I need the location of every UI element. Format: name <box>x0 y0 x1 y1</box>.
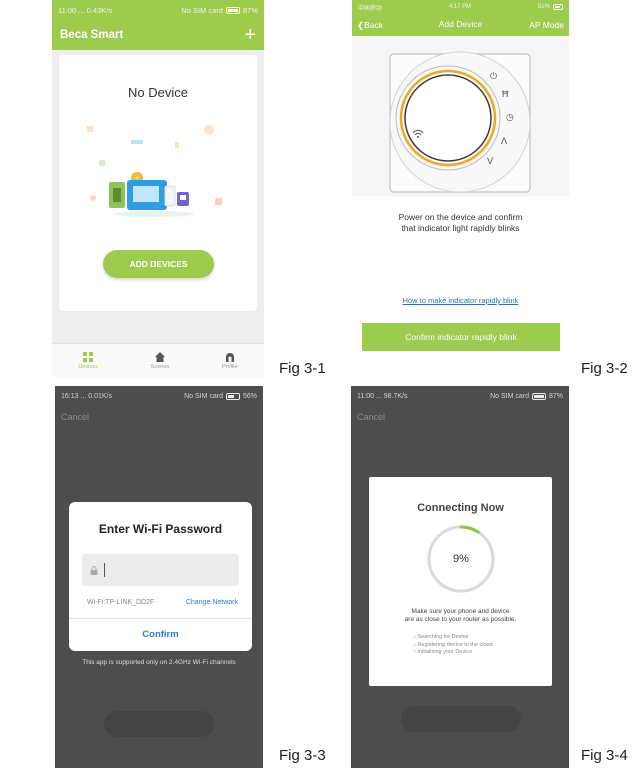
figure-label-3-3: Fig 3-3 <box>279 747 326 764</box>
thermostat-illustration: ⏻ Ħ ◷ Λ V <box>389 51 531 193</box>
battery-icon <box>552 4 563 10</box>
page-title: Add Device <box>438 19 483 29</box>
step-item: Registering device to the cloud <box>413 642 492 650</box>
devices-grid-icon <box>83 351 94 362</box>
cancel-button[interactable]: Cancel <box>61 412 89 422</box>
status-time: 4:17 PM <box>448 4 472 10</box>
svg-text:Ħ: Ħ <box>501 90 509 100</box>
step-item: Initializing your Device <box>413 649 493 657</box>
background-button <box>401 706 521 732</box>
home-icon <box>154 351 165 362</box>
status-bar: 11:00 ... 98.7K/s No SIM card 87% <box>351 386 569 406</box>
cancel-button[interactable]: Cancel <box>357 412 385 422</box>
phone-screen-add-device: 中国移动 4:17 PM 51% ❮Back AP Mode Add Devic… <box>352 0 569 351</box>
wifi-network-name: Wi-Fi:TP-LINK_DD2F <box>87 599 155 606</box>
password-input[interactable] <box>82 554 239 586</box>
note-line-1: Make sure your phone and device <box>411 608 510 615</box>
dialog-title: Connecting Now <box>417 502 504 514</box>
status-carrier: 中国移动 <box>358 5 383 12</box>
connecting-dialog: Connecting Now 9% Make sure your phone a… <box>369 477 552 686</box>
status-bar: 16:13 ... 0.01K/s No SIM card 56% <box>55 386 263 406</box>
change-network-link[interactable]: Change Network <box>186 599 238 606</box>
app-header: Beca Smart + <box>52 20 264 50</box>
app-title: Beca Smart <box>60 29 124 41</box>
instruction-line-1: Power on the device and confirm <box>398 212 523 222</box>
thermostat-image-area: ⏻ Ħ ◷ Λ V <box>352 36 569 196</box>
empty-devices-illustration: + <box>87 125 222 217</box>
instruction-text: Power on the device and confirm that ind… <box>352 212 569 234</box>
battery-percent: 87% <box>548 392 563 400</box>
battery-percent: 56% <box>242 392 257 400</box>
profile-icon <box>225 352 234 362</box>
status-carrier: No SIM card <box>184 392 223 400</box>
step-item: Searching for Device <box>413 634 493 642</box>
tab-profile[interactable]: Profile <box>222 352 238 370</box>
dialog-title: Enter Wi-Fi Password <box>98 522 223 536</box>
note-line-2: are as close to your router as possible. <box>404 616 517 623</box>
svg-text:◷: ◷ <box>506 113 514 123</box>
device-list-card: No Device + ADD DEVICES <box>59 55 257 311</box>
add-devices-button[interactable]: ADD DEVICES <box>103 250 214 278</box>
status-bar: 中国移动 4:17 PM 51% <box>352 0 569 14</box>
svg-text:V: V <box>487 157 494 167</box>
figure-label-3-2: Fig 3-2 <box>581 360 628 377</box>
phone-screen-wifi-password: 16:13 ... 0.01K/s No SIM card 56% Cancel… <box>55 386 263 768</box>
instruction-line-2: that indicator light rapidly blinks <box>401 223 520 233</box>
bottom-tab-bar: Devices Scenes Profile <box>52 343 264 377</box>
background-button <box>104 711 214 737</box>
tab-scenes[interactable]: Scenes <box>150 351 170 370</box>
plus-icon[interactable]: + <box>244 25 256 45</box>
svg-text:⏻: ⏻ <box>490 71 497 82</box>
progress-percent: 9% <box>453 553 469 565</box>
status-bar: 11:00 ... 0.43K/s No SIM card 87% <box>52 0 264 20</box>
help-link[interactable]: How to make indicator rapidly blink <box>352 296 569 305</box>
figure-label-3-4: Fig 3-4 <box>581 747 628 764</box>
phone-screen-devices: 11:00 ... 0.43K/s No SIM card 87% Beca S… <box>52 0 264 377</box>
phone-screen-connecting: 11:00 ... 98.7K/s No SIM card 87% Cancel… <box>351 386 569 768</box>
lock-icon <box>90 565 98 575</box>
proximity-note: Make sure your phone and device are as c… <box>369 608 552 624</box>
battery-icon <box>531 392 546 400</box>
text-cursor <box>104 563 105 577</box>
battery-icon <box>225 392 240 400</box>
battery-icon <box>225 6 240 14</box>
confirm-button[interactable]: Confirm <box>69 618 252 651</box>
empty-state-text: No Device <box>128 85 188 100</box>
figure-label-3-1: Fig 3-1 <box>279 360 326 377</box>
tab-scenes-label: Scenes <box>150 363 170 370</box>
status-carrier: No SIM card <box>181 5 223 15</box>
wifi-info-row: Wi-Fi:TP-LINK_DD2F Change Network <box>69 599 252 606</box>
tab-profile-label: Profile <box>221 363 238 370</box>
wifi-password-dialog: Enter Wi-Fi Password Wi-Fi:TP-LINK_DD2F … <box>69 502 252 651</box>
battery-percent: 51% <box>537 4 550 10</box>
confirm-blink-button[interactable]: Confirm indicator rapidly blink <box>362 323 560 351</box>
status-left: 11:00 ... 0.43K/s <box>58 5 113 15</box>
support-note: This app is supported only on 2.4GHz Wi-… <box>82 659 236 666</box>
svg-text:Λ: Λ <box>501 137 508 147</box>
tab-devices[interactable]: Devices <box>78 351 98 370</box>
status-left: 16:13 ... 0.01K/s <box>61 392 112 400</box>
status-left: 11:00 ... 98.7K/s <box>357 392 408 400</box>
connection-steps: Searching for Device Registering device … <box>413 634 493 657</box>
tab-devices-label: Devices <box>78 363 98 370</box>
battery-percent: 87% <box>242 5 258 15</box>
status-carrier: No SIM card <box>490 392 529 400</box>
